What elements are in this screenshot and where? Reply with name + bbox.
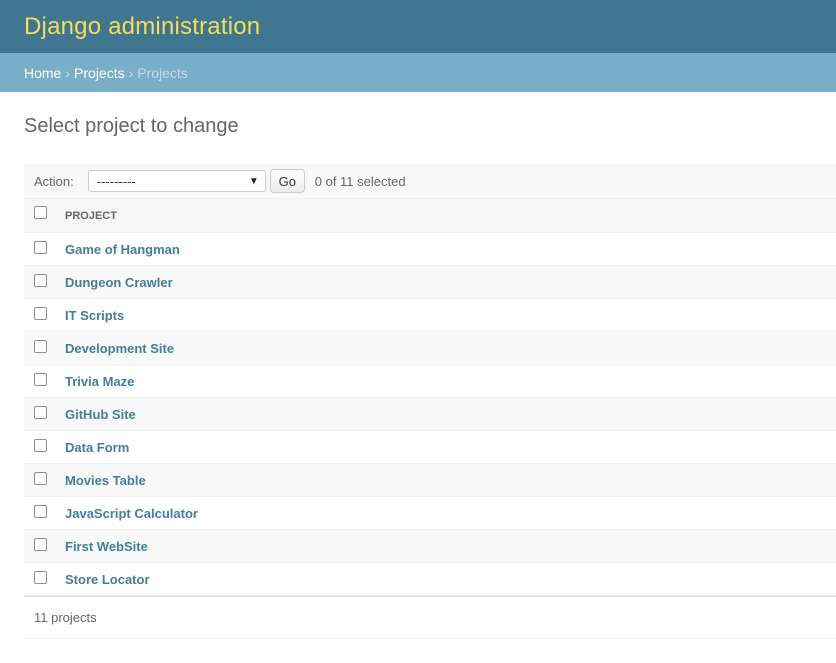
row-checkbox[interactable] [34, 273, 47, 287]
table-header-row: PROJECT [24, 198, 836, 233]
table-row: First WebSite [24, 529, 836, 563]
row-checkbox[interactable] [34, 372, 47, 386]
paginator: 11 projects [24, 596, 836, 639]
table-row: Development Site [24, 331, 836, 365]
breadcrumb-current: Projects [137, 64, 188, 81]
select-all-checkbox[interactable] [34, 206, 47, 220]
row-checkbox[interactable] [34, 438, 47, 452]
project-name-cell: JavaScript Calculator [65, 496, 836, 530]
row-checkbox-cell [24, 265, 65, 299]
row-checkbox[interactable] [34, 339, 47, 353]
project-name-cell: Store Locator [65, 562, 836, 596]
table-row: IT Scripts [24, 298, 836, 332]
selection-counter: 0 of 11 selected [314, 173, 406, 189]
project-link[interactable]: Dungeon Crawler [65, 275, 173, 290]
project-link[interactable]: Data Form [65, 440, 129, 455]
project-link[interactable]: Development Site [65, 341, 174, 356]
table-row: Store Locator [24, 562, 836, 596]
project-link[interactable]: First WebSite [65, 539, 148, 554]
project-link[interactable]: GitHub Site [65, 407, 136, 422]
row-checkbox[interactable] [34, 570, 47, 584]
table-row: Movies Table [24, 463, 836, 497]
project-name-cell: GitHub Site [65, 397, 836, 431]
row-checkbox[interactable] [34, 306, 47, 320]
row-checkbox-cell [24, 298, 65, 332]
action-bar: Action: --------- ▼ Go 0 of 11 selected [24, 164, 836, 198]
row-checkbox[interactable] [34, 240, 47, 254]
breadcrumb: Home › Projects › Projects [0, 53, 836, 92]
column-header-project[interactable]: PROJECT [65, 198, 836, 233]
row-checkbox[interactable] [34, 504, 47, 518]
breadcrumb-section-link[interactable]: Projects [74, 65, 125, 81]
row-checkbox[interactable] [34, 471, 47, 485]
row-checkbox-cell [24, 232, 65, 266]
project-name-cell: Data Form [65, 430, 836, 464]
project-name-cell: IT Scripts [65, 298, 836, 332]
row-checkbox-cell [24, 331, 65, 365]
row-checkbox-cell [24, 430, 65, 464]
project-link[interactable]: IT Scripts [65, 308, 124, 323]
project-name-cell: First WebSite [65, 529, 836, 563]
row-checkbox[interactable] [34, 405, 47, 419]
project-name-cell: Game of Hangman [65, 232, 836, 266]
project-link[interactable]: JavaScript Calculator [65, 506, 198, 521]
site-header: Django administration [0, 0, 836, 53]
table-row: GitHub Site [24, 397, 836, 431]
project-link[interactable]: Store Locator [65, 572, 150, 587]
row-checkbox-cell [24, 364, 65, 398]
row-checkbox-cell [24, 397, 65, 431]
table-row: Game of Hangman [24, 232, 836, 266]
main-content: Select project to change Action: -------… [0, 114, 836, 639]
breadcrumb-separator: › [65, 64, 71, 81]
row-checkbox-cell [24, 529, 65, 563]
project-name-cell: Dungeon Crawler [65, 265, 836, 299]
project-name-cell: Movies Table [65, 463, 836, 497]
action-label: Action: [34, 173, 74, 189]
row-checkbox-cell [24, 463, 65, 497]
project-name-cell: Trivia Maze [65, 364, 836, 398]
row-checkbox[interactable] [34, 537, 47, 551]
go-button[interactable]: Go [269, 169, 305, 193]
select-all-cell [24, 198, 65, 233]
action-select-value: --------- [96, 173, 136, 189]
project-name-cell: Development Site [65, 331, 836, 365]
site-name[interactable]: Django administration [24, 13, 260, 41]
project-link[interactable]: Game of Hangman [65, 242, 180, 257]
table-row: JavaScript Calculator [24, 496, 836, 530]
breadcrumb-home-link[interactable]: Home [24, 65, 61, 81]
table-row: Trivia Maze [24, 364, 836, 398]
dropdown-arrow-icon: ▼ [248, 175, 259, 187]
table-row: Data Form [24, 430, 836, 464]
row-checkbox-cell [24, 496, 65, 530]
table-row: Dungeon Crawler [24, 265, 836, 299]
project-link[interactable]: Movies Table [65, 473, 146, 488]
project-link[interactable]: Trivia Maze [65, 374, 134, 389]
row-checkbox-cell [24, 562, 65, 596]
breadcrumb-separator: › [128, 64, 134, 81]
page-title: Select project to change [24, 115, 239, 137]
action-select[interactable]: --------- ▼ [87, 170, 266, 192]
result-list-table: PROJECT Game of Hangman Dungeon Crawler IT… [24, 198, 836, 596]
